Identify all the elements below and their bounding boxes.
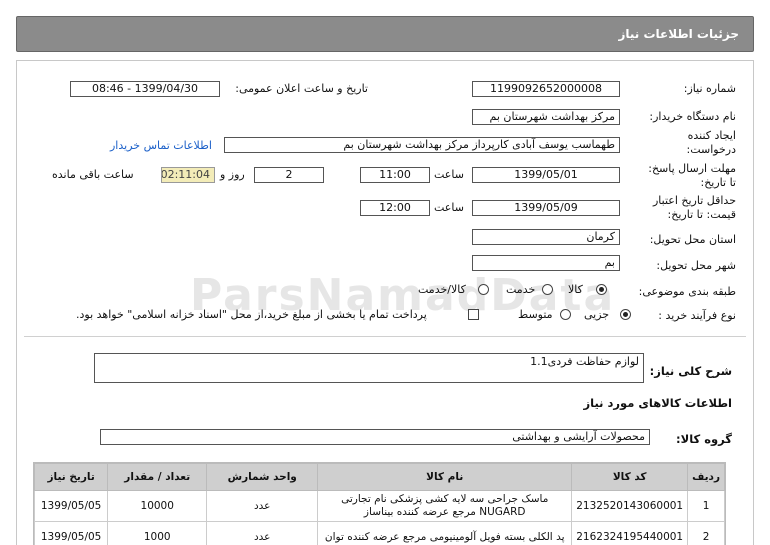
deadline-date-field: 1399/05/01: [472, 167, 620, 183]
validity-time-label: ساعت: [434, 201, 464, 214]
category-radio-goods[interactable]: [596, 284, 607, 295]
cell-date: 1399/05/05: [34, 521, 109, 545]
deadline-time-field: 11:00: [360, 167, 430, 183]
province-label: استان محل تحویل:: [649, 233, 736, 246]
creator-label: ایجاد کننده درخواست:: [686, 129, 736, 156]
deadline-label: مهلت ارسال پاسخ: تا تاریخ:: [648, 162, 736, 189]
days-label: روز و: [220, 168, 245, 181]
page-header: جزئیات اطلاعات نیاز: [16, 16, 754, 52]
process-label: نوع فرآیند خرید :: [658, 309, 736, 322]
city-field: بم: [472, 255, 620, 271]
cell-name: ماسک جراحی سه لایه کشی پزشکی نام تجارتی …: [317, 490, 573, 522]
need-number-label: شماره نیاز:: [683, 82, 736, 95]
cell-quantity: 1000: [107, 521, 208, 545]
process-radio-medium[interactable]: [560, 309, 571, 320]
cell-unit: عدد: [206, 490, 319, 522]
divider: [24, 336, 746, 337]
category-option-goods: کالا: [568, 283, 583, 296]
buyer-label: نام دستگاه خریدار:: [649, 110, 736, 123]
cell-code: 2162324195440001: [571, 521, 689, 545]
province-field: کرمان: [472, 229, 620, 245]
cell-row-number: 1: [687, 490, 725, 522]
cell-name: پد الکلی بسته فویل آلومینیومی مرجع عرضه …: [317, 521, 573, 545]
category-radio-service[interactable]: [542, 284, 553, 295]
col-header-row-number: ردیف: [687, 463, 725, 491]
col-header-code: کد کالا: [571, 463, 689, 491]
creator-field: طهماسب یوسف آبادی کارپرداز مرکز بهداشت ش…: [224, 137, 620, 153]
col-header-date: تاریخ نیاز: [34, 463, 109, 491]
announce-field: 1399/04/30 - 08:46: [70, 81, 220, 97]
goods-group-label: گروه کالا:: [676, 432, 732, 446]
category-option-service: خدمت: [506, 283, 536, 296]
validity-label: حداقل تاریخ اعتبار قیمت: تا تاریخ:: [652, 194, 736, 221]
cell-date: 1399/05/05: [34, 490, 109, 522]
need-number-field: 1199092652000008: [472, 81, 620, 97]
buyer-field: مرکز بهداشت شهرستان بم: [472, 109, 620, 125]
cell-code: 2132520143060001: [571, 490, 689, 522]
cell-quantity: 10000: [107, 490, 208, 522]
col-header-name: نام کالا: [317, 463, 573, 491]
page-title: جزئیات اطلاعات نیاز: [618, 27, 739, 41]
city-label: شهر محل تحویل:: [656, 259, 736, 272]
cell-row-number: 2: [687, 521, 725, 545]
table-header-row: ردیف کد کالا نام کالا واحد شمارش تعداد /…: [34, 463, 725, 491]
col-header-unit: واحد شمارش: [206, 463, 319, 491]
validity-time-field: 12:00: [360, 200, 430, 216]
cell-unit: عدد: [206, 521, 319, 545]
time-remaining-label: ساعت باقی مانده: [52, 168, 134, 181]
treasury-payment-note: پرداخت تمام یا بخشی از مبلغ خرید،از محل …: [76, 308, 427, 321]
treasury-payment-checkbox[interactable]: [468, 309, 479, 320]
deadline-time-label: ساعت: [434, 168, 464, 181]
need-summary-label: شرح کلی نیاز:: [649, 364, 732, 378]
category-radio-goods-service[interactable]: [478, 284, 489, 295]
col-header-quantity: تعداد / مقدار: [107, 463, 208, 491]
validity-date-field: 1399/05/09: [472, 200, 620, 216]
goods-section-title: اطلاعات کالاهای مورد نیاز: [583, 396, 732, 410]
process-option-medium: متوسط: [518, 308, 553, 321]
category-label: طبقه بندی موضوعی:: [638, 285, 736, 298]
table-row[interactable]: 2 2162324195440001 پد الکلی بسته فویل آل…: [34, 521, 725, 545]
days-remaining-field: 2: [254, 167, 324, 183]
goods-table-container: ردیف کد کالا نام کالا واحد شمارش تعداد /…: [33, 462, 726, 545]
goods-group-field: محصولات آرایشی و بهداشتی: [100, 429, 650, 445]
process-option-minor: جزیی: [584, 308, 610, 321]
process-radio-minor[interactable]: [620, 309, 631, 320]
goods-table: ردیف کد کالا نام کالا واحد شمارش تعداد /…: [34, 463, 725, 545]
need-summary-field: لوازم حفاظت فردی1.1: [94, 353, 644, 383]
category-option-goods-service: کالا/خدمت: [418, 283, 466, 296]
table-row[interactable]: 1 2132520143060001 ماسک جراحی سه لایه کش…: [34, 490, 725, 522]
announce-label: تاریخ و ساعت اعلان عمومی:: [235, 82, 368, 95]
time-remaining-field: 02:11:04: [161, 167, 215, 183]
buyer-contact-link[interactable]: اطلاعات تماس خریدار: [110, 139, 212, 152]
